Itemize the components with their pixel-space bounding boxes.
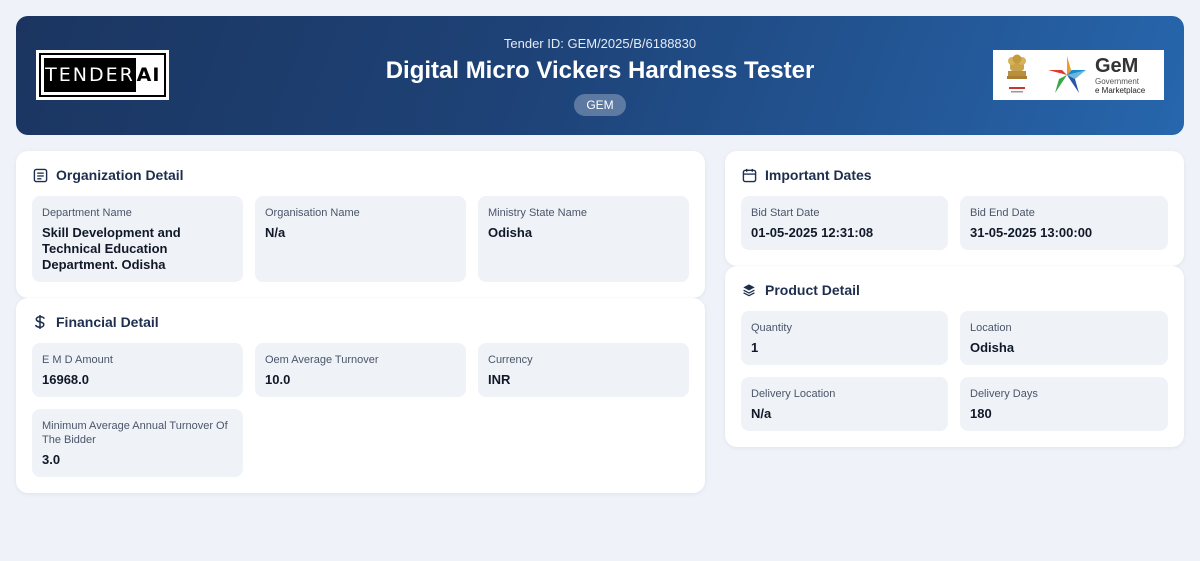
field-value: Odisha (970, 340, 1015, 355)
tender-header: TENDER AI Tender ID: GEM/2025/B/6188830 … (16, 16, 1184, 135)
field-min-average-annual-turnover: Minimum Average Annual Turnover Of The B… (32, 409, 243, 477)
layers-icon (741, 282, 757, 298)
important-dates-title: Important Dates (741, 167, 872, 183)
field-value: 3.0 (42, 452, 61, 467)
field-value: N/a (751, 406, 772, 421)
field-value: 10.0 (265, 372, 291, 387)
gem-logo[interactable]: GeM Government e Marketplace (993, 50, 1164, 100)
field-label: Currency (488, 354, 533, 366)
field-value: Skill Development and Technical Educatio… (42, 225, 181, 272)
header-title-block: Tender ID: GEM/2025/B/6188830 Digital Mi… (316, 36, 884, 116)
page-title: Digital Micro Vickers Hardness Tester (385, 57, 815, 84)
field-value: N/a (265, 225, 286, 240)
field-label: E M D Amount (42, 354, 113, 366)
field-department-name: Department Name Skill Development and Te… (32, 196, 243, 282)
important-dates-card: Important Dates Bid Start Date 01-05-202… (725, 151, 1184, 266)
field-value: 31-05-2025 13:00:00 (970, 225, 1093, 240)
dollar-icon (32, 314, 48, 330)
source-badge: GEM (574, 94, 626, 116)
financial-detail-card: Financial Detail E M D Amount 16968.0 Oe… (16, 298, 705, 493)
field-value: 16968.0 (42, 372, 89, 387)
field-delivery-days: Delivery Days 180 (960, 377, 1168, 431)
field-value: Odisha (488, 225, 533, 240)
national-emblem-icon (1007, 54, 1027, 93)
gem-wordmark: GeM Government e Marketplace (1095, 56, 1145, 95)
document-list-icon (32, 167, 48, 183)
organization-detail-card: Organization Detail Department Name Skil… (16, 151, 705, 298)
field-location: Location Odisha (960, 311, 1168, 365)
field-bid-start-date: Bid Start Date 01-05-2025 12:31:08 (741, 196, 948, 250)
product-detail-title: Product Detail (741, 282, 860, 298)
product-detail-card: Product Detail Quantity 1 Location Odish… (725, 266, 1184, 447)
field-organisation-name: Organisation Name N/a (255, 196, 466, 282)
gem-name: GeM (1095, 54, 1139, 77)
tender-ai-logo[interactable]: TENDER AI (36, 50, 169, 100)
gem-line2: e Marketplace (1095, 85, 1146, 95)
tender-id: Tender ID: GEM/2025/B/6188830 (503, 36, 697, 51)
field-label: Minimum Average Annual Turnover Of The B… (42, 420, 228, 446)
field-oem-average-turnover: Oem Average Turnover 10.0 (255, 343, 466, 397)
product-detail-label: Product Detail (765, 282, 860, 298)
field-currency: Currency INR (478, 343, 689, 397)
field-label: Delivery Location (751, 388, 836, 400)
financial-detail-label: Financial Detail (56, 314, 159, 330)
important-dates-label: Important Dates (765, 167, 872, 183)
field-value: 180 (970, 406, 992, 421)
field-label: Organisation Name (265, 207, 360, 219)
field-value: 01-05-2025 12:31:08 (751, 225, 874, 240)
field-value: 1 (751, 340, 759, 355)
field-label: Oem Average Turnover (265, 354, 379, 366)
organization-detail-label: Organization Detail (56, 167, 184, 183)
calendar-icon (741, 167, 757, 183)
field-label: Department Name (42, 207, 132, 219)
gem-line1: Government (1095, 76, 1140, 86)
field-label: Quantity (751, 322, 792, 334)
field-delivery-location: Delivery Location N/a (741, 377, 948, 431)
field-label: Bid End Date (970, 207, 1035, 219)
field-label: Ministry State Name (488, 207, 588, 219)
financial-detail-title: Financial Detail (32, 314, 159, 330)
field-ministry-state-name: Ministry State Name Odisha (478, 196, 689, 282)
field-quantity: Quantity 1 (741, 311, 948, 365)
logo-tender-text: TENDER (44, 58, 136, 92)
field-label: Bid Start Date (751, 207, 820, 219)
field-value: INR (488, 372, 511, 387)
organization-detail-title: Organization Detail (32, 167, 184, 183)
field-bid-end-date: Bid End Date 31-05-2025 13:00:00 (960, 196, 1168, 250)
field-label: Location (970, 322, 1012, 334)
gem-star-icon (1048, 56, 1086, 93)
field-emd-amount: E M D Amount 16968.0 (32, 343, 243, 397)
field-label: Delivery Days (970, 388, 1038, 400)
logo-ai-text: AI (136, 64, 161, 86)
